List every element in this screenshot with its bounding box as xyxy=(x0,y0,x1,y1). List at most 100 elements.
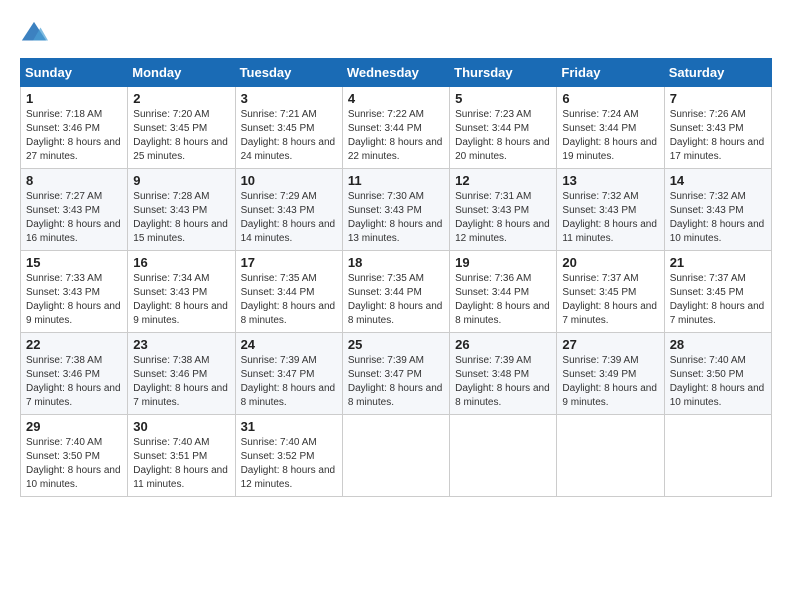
day-number: 29 xyxy=(26,419,122,434)
calendar-day-cell: 26 Sunrise: 7:39 AMSunset: 3:48 PMDayligh… xyxy=(450,333,557,415)
day-info: Sunrise: 7:24 AMSunset: 3:44 PMDaylight:… xyxy=(562,108,658,164)
calendar-day-cell: 24 Sunrise: 7:39 AMSunset: 3:47 PMDayligh… xyxy=(235,333,342,415)
logo xyxy=(20,20,52,48)
calendar-day-cell: 20 Sunrise: 7:37 AMSunset: 3:45 PMDayligh… xyxy=(557,251,664,333)
day-info: Sunrise: 7:32 AMSunset: 3:43 PMDaylight:… xyxy=(562,190,658,246)
calendar-day-cell xyxy=(342,415,449,497)
day-info: Sunrise: 7:40 AMSunset: 3:50 PMDaylight:… xyxy=(26,436,122,492)
day-number: 26 xyxy=(455,337,551,352)
day-number: 13 xyxy=(562,173,658,188)
calendar-day-cell: 23Sunrise: 7:38 AMSunset: 3:46 PMDayligh… xyxy=(128,333,235,415)
day-info: Sunrise: 7:37 AMSunset: 3:45 PMDaylight:… xyxy=(670,272,766,328)
day-number: 17 xyxy=(241,255,337,270)
calendar-day-cell: 11 Sunrise: 7:30 AMSunset: 3:43 PMDayligh… xyxy=(342,169,449,251)
calendar-day-cell: 7 Sunrise: 7:26 AMSunset: 3:43 PMDaylight… xyxy=(664,87,771,169)
day-number: 15 xyxy=(26,255,122,270)
day-number: 11 xyxy=(348,173,444,188)
day-number: 27 xyxy=(562,337,658,352)
calendar-day-cell: 16 Sunrise: 7:34 AMSunset: 3:43 PMDayligh… xyxy=(128,251,235,333)
day-number: 12 xyxy=(455,173,551,188)
day-number: 24 xyxy=(241,337,337,352)
day-number: 16 xyxy=(133,255,229,270)
page-header xyxy=(20,20,772,48)
calendar-day-cell: 1Sunrise: 7:18 AMSunset: 3:46 PMDaylight… xyxy=(21,87,128,169)
day-number: 19 xyxy=(455,255,551,270)
day-of-week-header: Monday xyxy=(128,59,235,87)
calendar-week-row: 22 Sunrise: 7:38 AMSunset: 3:46 PMDayligh… xyxy=(21,333,772,415)
day-info: Sunrise: 7:26 AMSunset: 3:43 PMDaylight:… xyxy=(670,108,766,164)
day-info: Sunrise: 7:30 AMSunset: 3:43 PMDaylight:… xyxy=(348,190,444,246)
calendar-day-cell: 2 Sunrise: 7:20 AMSunset: 3:45 PMDaylight… xyxy=(128,87,235,169)
calendar-day-cell xyxy=(450,415,557,497)
day-info: Sunrise: 7:23 AMSunset: 3:44 PMDaylight:… xyxy=(455,108,551,164)
day-number: 4 xyxy=(348,91,444,106)
day-info: Sunrise: 7:36 AMSunset: 3:44 PMDaylight:… xyxy=(455,272,551,328)
day-info: Sunrise: 7:28 AMSunset: 3:43 PMDaylight:… xyxy=(133,190,229,246)
day-info: Sunrise: 7:40 AMSunset: 3:51 PMDaylight:… xyxy=(133,436,229,492)
day-number: 25 xyxy=(348,337,444,352)
day-info: Sunrise: 7:33 AMSunset: 3:43 PMDaylight:… xyxy=(26,272,122,328)
day-number: 2 xyxy=(133,91,229,106)
calendar-day-cell: 29 Sunrise: 7:40 AMSunset: 3:50 PMDayligh… xyxy=(21,415,128,497)
day-info: Sunrise: 7:37 AMSunset: 3:45 PMDaylight:… xyxy=(562,272,658,328)
calendar-day-cell: 22 Sunrise: 7:38 AMSunset: 3:46 PMDayligh… xyxy=(21,333,128,415)
calendar-week-row: 29 Sunrise: 7:40 AMSunset: 3:50 PMDayligh… xyxy=(21,415,772,497)
day-info: Sunrise: 7:38 AMSunset: 3:46 PMDaylight:… xyxy=(26,354,122,410)
day-info: Sunrise: 7:39 AMSunset: 3:47 PMDaylight:… xyxy=(241,354,337,410)
day-number: 31 xyxy=(241,419,337,434)
calendar-day-cell xyxy=(557,415,664,497)
day-info: Sunrise: 7:29 AMSunset: 3:43 PMDaylight:… xyxy=(241,190,337,246)
calendar-week-row: 8 Sunrise: 7:27 AMSunset: 3:43 PMDaylight… xyxy=(21,169,772,251)
day-info: Sunrise: 7:35 AMSunset: 3:44 PMDaylight:… xyxy=(348,272,444,328)
calendar-day-cell: 3Sunrise: 7:21 AMSunset: 3:45 PMDaylight… xyxy=(235,87,342,169)
calendar-day-cell: 19 Sunrise: 7:36 AMSunset: 3:44 PMDayligh… xyxy=(450,251,557,333)
day-number: 14 xyxy=(670,173,766,188)
day-info: Sunrise: 7:32 AMSunset: 3:43 PMDaylight:… xyxy=(670,190,766,246)
day-number: 7 xyxy=(670,91,766,106)
day-number: 30 xyxy=(133,419,229,434)
day-info: Sunrise: 7:39 AMSunset: 3:47 PMDaylight:… xyxy=(348,354,444,410)
day-info: Sunrise: 7:35 AMSunset: 3:44 PMDaylight:… xyxy=(241,272,337,328)
calendar-day-cell: 18Sunrise: 7:35 AMSunset: 3:44 PMDayligh… xyxy=(342,251,449,333)
calendar-week-row: 15 Sunrise: 7:33 AMSunset: 3:43 PMDayligh… xyxy=(21,251,772,333)
day-of-week-header: Friday xyxy=(557,59,664,87)
day-of-week-header: Saturday xyxy=(664,59,771,87)
calendar-day-cell: 15 Sunrise: 7:33 AMSunset: 3:43 PMDayligh… xyxy=(21,251,128,333)
calendar-day-cell: 8 Sunrise: 7:27 AMSunset: 3:43 PMDaylight… xyxy=(21,169,128,251)
calendar-day-cell: 30 Sunrise: 7:40 AMSunset: 3:51 PMDayligh… xyxy=(128,415,235,497)
calendar-day-cell: 10 Sunrise: 7:29 AMSunset: 3:43 PMDayligh… xyxy=(235,169,342,251)
calendar-day-cell: 13 Sunrise: 7:32 AMSunset: 3:43 PMDayligh… xyxy=(557,169,664,251)
day-info: Sunrise: 7:21 AMSunset: 3:45 PMDaylight:… xyxy=(241,108,337,164)
day-number: 21 xyxy=(670,255,766,270)
day-of-week-header: Tuesday xyxy=(235,59,342,87)
calendar-day-cell: 4 Sunrise: 7:22 AMSunset: 3:44 PMDaylight… xyxy=(342,87,449,169)
logo-icon xyxy=(20,20,48,48)
calendar-day-cell: 14 Sunrise: 7:32 AMSunset: 3:43 PMDayligh… xyxy=(664,169,771,251)
day-number: 9 xyxy=(133,173,229,188)
day-of-week-header: Sunday xyxy=(21,59,128,87)
calendar-day-cell: 28Sunrise: 7:40 AMSunset: 3:50 PMDayligh… xyxy=(664,333,771,415)
calendar-day-cell: 6 Sunrise: 7:24 AMSunset: 3:44 PMDaylight… xyxy=(557,87,664,169)
day-number: 23 xyxy=(133,337,229,352)
day-info: Sunrise: 7:40 AMSunset: 3:52 PMDaylight:… xyxy=(241,436,337,492)
day-number: 5 xyxy=(455,91,551,106)
calendar-day-cell: 25 Sunrise: 7:39 AMSunset: 3:47 PMDayligh… xyxy=(342,333,449,415)
calendar-table: SundayMondayTuesdayWednesdayThursdayFrid… xyxy=(20,58,772,497)
day-info: Sunrise: 7:39 AMSunset: 3:48 PMDaylight:… xyxy=(455,354,551,410)
day-info: Sunrise: 7:34 AMSunset: 3:43 PMDaylight:… xyxy=(133,272,229,328)
day-info: Sunrise: 7:39 AMSunset: 3:49 PMDaylight:… xyxy=(562,354,658,410)
calendar-day-cell: 31 Sunrise: 7:40 AMSunset: 3:52 PMDayligh… xyxy=(235,415,342,497)
calendar-day-cell: 9 Sunrise: 7:28 AMSunset: 3:43 PMDaylight… xyxy=(128,169,235,251)
calendar-day-cell: 17 Sunrise: 7:35 AMSunset: 3:44 PMDayligh… xyxy=(235,251,342,333)
day-number: 6 xyxy=(562,91,658,106)
day-info: Sunrise: 7:22 AMSunset: 3:44 PMDaylight:… xyxy=(348,108,444,164)
calendar-day-cell: 12 Sunrise: 7:31 AMSunset: 3:43 PMDayligh… xyxy=(450,169,557,251)
calendar-week-row: 1Sunrise: 7:18 AMSunset: 3:46 PMDaylight… xyxy=(21,87,772,169)
day-info: Sunrise: 7:31 AMSunset: 3:43 PMDaylight:… xyxy=(455,190,551,246)
day-info: Sunrise: 7:27 AMSunset: 3:43 PMDaylight:… xyxy=(26,190,122,246)
day-info: Sunrise: 7:20 AMSunset: 3:45 PMDaylight:… xyxy=(133,108,229,164)
day-number: 20 xyxy=(562,255,658,270)
day-number: 10 xyxy=(241,173,337,188)
day-number: 22 xyxy=(26,337,122,352)
day-number: 8 xyxy=(26,173,122,188)
